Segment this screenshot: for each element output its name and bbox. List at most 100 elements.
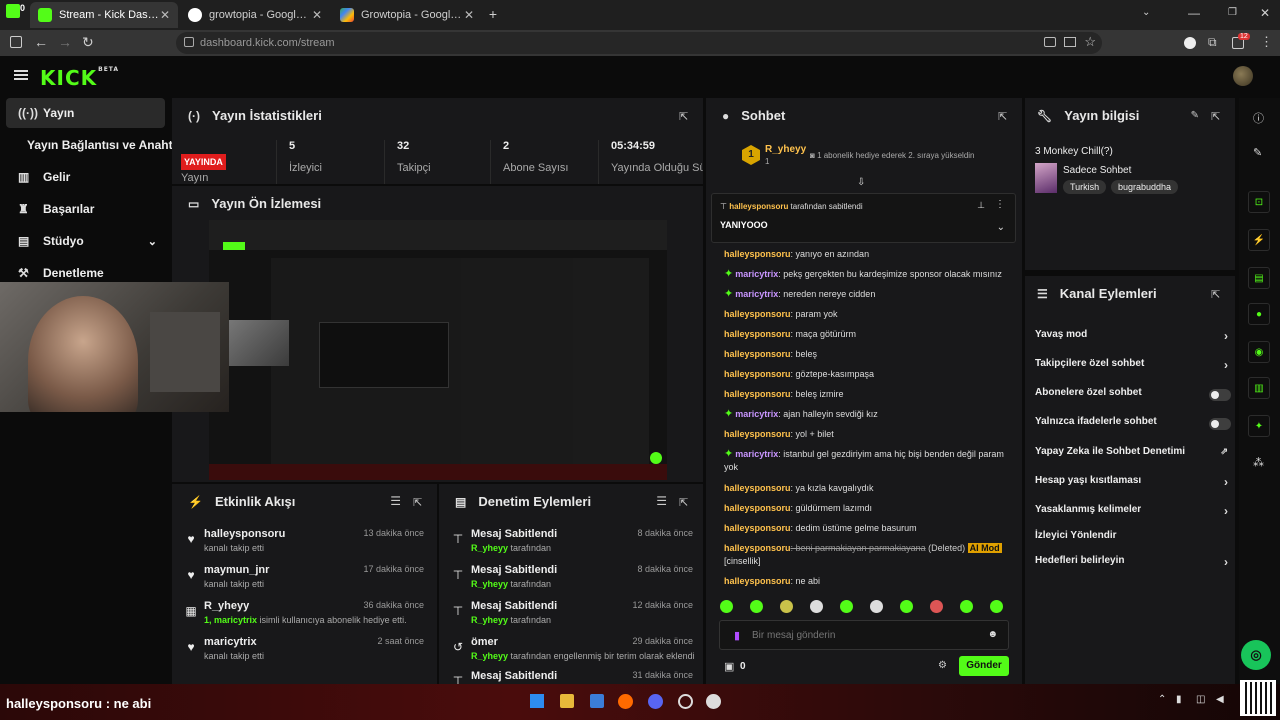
lightning-icon[interactable]: ⚡ (1248, 229, 1270, 251)
nav-item-studyo[interactable]: ▤ Stüdyo ⌄ (6, 226, 165, 256)
nav-item-basarilar[interactable]: ♜ Başarılar (6, 194, 165, 224)
network-icon[interactable]: ◫ (1196, 694, 1205, 705)
emote-icon[interactable] (840, 600, 853, 613)
chat-username[interactable]: halleysponsoru (724, 309, 791, 319)
toggle-switch[interactable] (1209, 418, 1231, 430)
back-icon[interactable]: ← (34, 34, 48, 50)
nav-item-stream-key[interactable]: Yayın Bağlantısı ve Anahtarı (6, 130, 187, 160)
bookmark-star-icon[interactable]: ☆ (1084, 34, 1096, 50)
expand-icon[interactable]: ⇱ (679, 110, 691, 123)
emote-icon[interactable] (720, 600, 733, 613)
action-banned-words[interactable]: Yasaklanmış kelimeler › (1035, 504, 1228, 524)
chat-username[interactable]: halleysponsoru (724, 576, 791, 586)
expand-icon[interactable]: ⇱ (413, 496, 425, 509)
chat-username[interactable]: halleysponsoru (724, 483, 791, 493)
modlog-user[interactable]: R_yheyy (471, 543, 508, 553)
chat-username[interactable]: maricytrix (735, 269, 778, 279)
emoji-icon[interactable]: ☻ (987, 629, 998, 640)
activity-user[interactable]: halleysponsoru (204, 528, 285, 540)
filter-icon[interactable]: ☰ (656, 494, 667, 508)
chat-username[interactable]: halleysponsoru (724, 349, 791, 359)
chat-username[interactable]: halleysponsoru (724, 523, 791, 533)
expand-icon[interactable]: ⇱ (1211, 288, 1223, 301)
info-icon[interactable]: ⓘ (1253, 110, 1264, 126)
minimize-icon[interactable]: — (1188, 6, 1200, 20)
emote-icon[interactable] (810, 600, 823, 613)
new-tab-icon[interactable]: + (486, 6, 500, 22)
chat-icon[interactable]: ● (1248, 303, 1270, 325)
chat-username[interactable]: halleysponsoru (724, 429, 791, 439)
tray-chevron-icon[interactable]: ⌃ (1158, 694, 1166, 705)
kick-app-icon[interactable] (6, 4, 20, 18)
layout-icon[interactable]: ▥ (1248, 377, 1270, 399)
chat-username[interactable]: halleysponsoru (724, 503, 791, 513)
volume-icon[interactable]: ◀ (1216, 694, 1224, 705)
close-tab-icon[interactable]: ✕ (160, 8, 170, 22)
obs-icon[interactable] (678, 694, 693, 709)
support-headset-icon[interactable]: ◎ (1241, 640, 1271, 670)
firefox-icon[interactable] (618, 694, 633, 709)
activity-user[interactable]: maymun_jnr (204, 564, 269, 576)
steam-icon[interactable] (706, 694, 721, 709)
store-icon[interactable] (590, 694, 604, 708)
nav-item-gelir[interactable]: ▥ Gelir (6, 162, 165, 192)
close-window-icon[interactable]: ✕ (1260, 6, 1270, 20)
emote-icon[interactable] (750, 600, 763, 613)
mic-icon[interactable]: ▮ (734, 629, 740, 642)
modlog-user[interactable]: R_yheyy (471, 615, 508, 625)
expand-icon[interactable]: ⇱ (1211, 110, 1223, 123)
hamburger-menu-icon[interactable] (14, 70, 28, 80)
action-host[interactable]: İzleyici Yönlendir (1035, 530, 1225, 550)
send-button[interactable]: Gönder (959, 656, 1009, 676)
chat-username[interactable]: maricytrix (735, 449, 778, 459)
emote-icon[interactable] (930, 600, 943, 613)
modlog-user[interactable]: R_yheyy (471, 651, 508, 661)
mic-tray-icon[interactable]: ▮ (1176, 694, 1182, 705)
chat-settings-icon[interactable]: ⚙ (938, 660, 947, 671)
tag-chip[interactable]: bugrabuddha (1111, 180, 1179, 194)
close-tab-icon[interactable]: ✕ (312, 8, 322, 22)
emote-icon[interactable] (780, 600, 793, 613)
edit-icon[interactable]: ✎ (1253, 146, 1262, 159)
chat-username[interactable]: halleysponsoru (724, 329, 791, 339)
file-explorer-icon[interactable] (560, 694, 574, 708)
maximize-icon[interactable]: ❐ (1228, 7, 1237, 18)
action-account-age[interactable]: Hesap yaşı kısıtlaması › (1035, 475, 1228, 495)
user-avatar[interactable] (1233, 66, 1253, 86)
leaderboard-user[interactable]: R_yheyy (765, 144, 806, 155)
chat-input-box[interactable]: ▮ ☻ (719, 620, 1009, 650)
tag-chip[interactable]: Turkish (1063, 180, 1107, 194)
wrench-icon[interactable]: ✦ (1248, 415, 1270, 437)
notes-icon[interactable]: ▤ (1248, 267, 1270, 289)
action-goals[interactable]: Hedefleri belirleyin › (1035, 555, 1228, 575)
chat-username[interactable]: maricytrix (735, 409, 778, 419)
activity-user[interactable]: R_yheyy (204, 600, 249, 612)
tab-kick-dashboard[interactable]: Stream - Kick Dashboard ✕ (30, 2, 178, 28)
edit-icon[interactable]: ✎ (1191, 110, 1199, 121)
emote-icon[interactable] (990, 600, 1003, 613)
kick-logo[interactable]: KICKBETA (40, 66, 119, 90)
browser-menu-icon[interactable]: ⋮ (1260, 34, 1273, 50)
chat-username[interactable]: halleysponsoru (724, 389, 791, 399)
screenshot-icon[interactable] (1064, 37, 1076, 47)
chat-username[interactable]: halleysponsoru (724, 543, 791, 553)
chat-username[interactable]: halleysponsoru (724, 369, 791, 379)
action-ai-moderation[interactable]: Yapay Zeka ile Sohbet Denetimi ⇗ (1035, 446, 1228, 466)
chat-message-input[interactable] (752, 627, 972, 643)
nav-item-yayin[interactable]: ((·)) Yayın (6, 98, 165, 128)
tab-google-play[interactable]: Growtopia - Google Play'de Uygu ✕ (332, 2, 482, 28)
reload-icon[interactable]: ↻ (82, 34, 94, 51)
activity-user[interactable]: maricytrix (204, 636, 257, 648)
chat-username[interactable]: halleysponsoru (724, 249, 791, 259)
expand-icon[interactable]: ⇱ (998, 110, 1010, 123)
modlog-user[interactable]: R_yheyy (471, 579, 508, 589)
windows-start-icon[interactable] (530, 694, 544, 708)
emote-icon[interactable] (900, 600, 913, 613)
category-name[interactable]: Sadece Sohbet (1063, 165, 1131, 176)
expand-icon[interactable]: ⇱ (679, 496, 691, 509)
address-bar[interactable]: dashboard.kick.com/stream ☆ (176, 32, 1102, 54)
toggle-switch[interactable] (1209, 389, 1231, 401)
more-tools-icon[interactable]: ⁂ (1253, 456, 1264, 469)
unpin-icon[interactable]: ⊥ (977, 200, 985, 211)
emote-icon[interactable] (960, 600, 973, 613)
